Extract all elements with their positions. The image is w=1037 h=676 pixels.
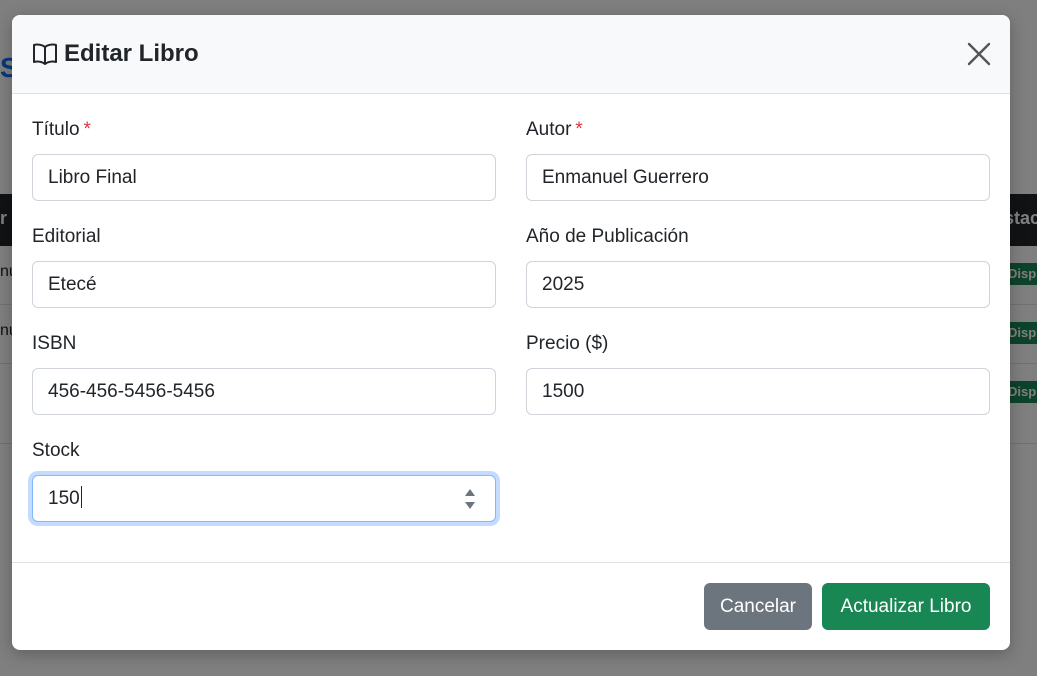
- edit-book-modal: Editar Libro Título * Libro Final Autor * …: [12, 15, 1010, 650]
- titulo-input[interactable]: Libro Final: [32, 154, 496, 201]
- precio-input[interactable]: 1500: [526, 368, 990, 415]
- modal-footer: Cancelar Actualizar Libro: [12, 562, 1010, 650]
- book-icon: [32, 42, 58, 66]
- titulo-label-text: Título: [32, 119, 80, 140]
- editorial-input[interactable]: Etecé: [32, 261, 496, 308]
- update-book-button[interactable]: Actualizar Libro: [822, 583, 990, 630]
- modal-title: Editar Libro: [32, 40, 199, 68]
- cancel-button[interactable]: Cancelar: [704, 583, 812, 630]
- close-icon: [967, 42, 991, 66]
- editorial-field: Editorial Etecé: [32, 223, 496, 308]
- isbn-input[interactable]: 456-456-5456-5456: [32, 368, 496, 415]
- anio-input[interactable]: 2025: [526, 261, 990, 308]
- titulo-label: Título *: [32, 116, 496, 144]
- autor-field: Autor * Enmanuel Guerrero: [526, 116, 990, 201]
- precio-label: Precio ($): [526, 333, 609, 354]
- autor-label: Autor *: [526, 116, 990, 144]
- number-spinner-icon[interactable]: [463, 486, 477, 512]
- stock-field: Stock 150: [32, 437, 496, 522]
- isbn-field: ISBN 456-456-5456-5456: [32, 330, 496, 415]
- isbn-label: ISBN: [32, 333, 77, 354]
- required-marker: *: [575, 119, 583, 140]
- stock-input[interactable]: 150: [32, 475, 496, 522]
- text-caret: [80, 486, 82, 509]
- autor-label-text: Autor: [526, 119, 572, 140]
- autor-input[interactable]: Enmanuel Guerrero: [526, 154, 990, 201]
- modal-title-text: Editar Libro: [64, 40, 199, 67]
- modal-header: Editar Libro: [12, 15, 1010, 94]
- stock-input-value: 150: [48, 488, 80, 509]
- required-marker: *: [83, 119, 91, 140]
- anio-label: Año de Publicación: [526, 226, 689, 247]
- stock-label: Stock: [32, 440, 80, 461]
- modal-body: Título * Libro Final Autor * Enmanuel Guer…: [12, 94, 1010, 562]
- titulo-field: Título * Libro Final: [32, 116, 496, 201]
- anio-field: Año de Publicación 2025: [526, 223, 990, 308]
- editorial-label: Editorial: [32, 226, 101, 247]
- precio-field: Precio ($) 1500: [526, 330, 990, 415]
- close-button[interactable]: [966, 41, 992, 67]
